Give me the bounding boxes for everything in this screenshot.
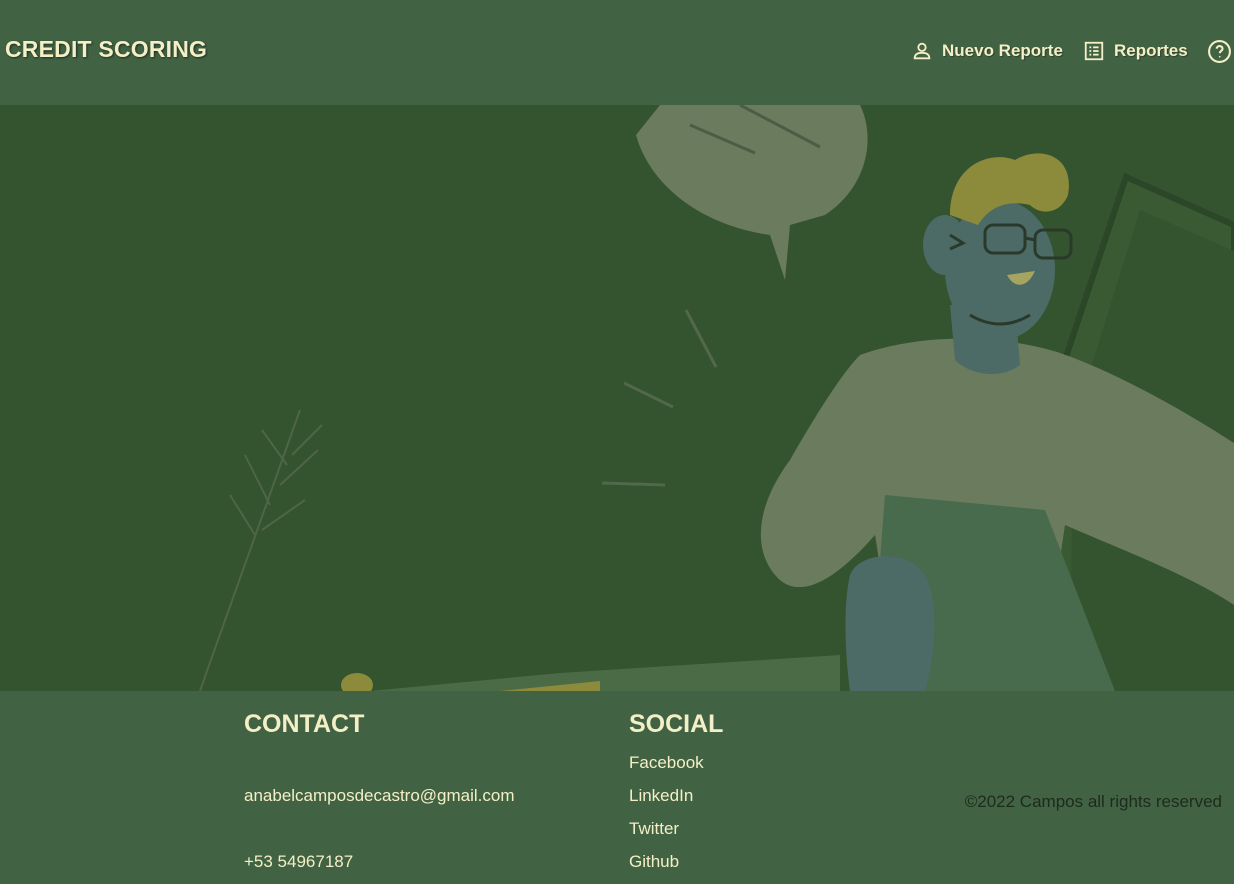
person-icon bbox=[911, 40, 933, 62]
contact-email: anabelcamposdecastro@gmail.com bbox=[244, 786, 515, 805]
help-icon bbox=[1207, 39, 1232, 64]
copyright-text: ©2022 Campos all rights reserved bbox=[964, 792, 1222, 811]
social-link-linkedin[interactable]: LinkedIn bbox=[629, 786, 693, 806]
contact-phone: +53 54967187 bbox=[244, 852, 354, 871]
nav-reports-label: Reportes bbox=[1114, 41, 1188, 60]
nav-new-report[interactable]: Nuevo Reporte bbox=[911, 37, 1063, 65]
nav-reports[interactable]: Reportes bbox=[1083, 37, 1188, 65]
footer: CONTACT anabelcamposdecastro@gmail.com +… bbox=[0, 691, 1234, 884]
brand-title[interactable]: CREDIT SCORING bbox=[5, 36, 207, 63]
social-link-facebook[interactable]: Facebook bbox=[629, 753, 704, 773]
help-button[interactable] bbox=[1207, 37, 1232, 65]
list-icon bbox=[1083, 40, 1105, 62]
social-heading: SOCIAL bbox=[629, 710, 724, 738]
nav-new-report-label: Nuevo Reporte bbox=[942, 41, 1063, 60]
social-link-github[interactable]: Github bbox=[629, 852, 679, 872]
contact-heading: CONTACT bbox=[244, 710, 365, 738]
hero-illustration bbox=[0, 105, 1234, 691]
social-link-twitter[interactable]: Twitter bbox=[629, 819, 679, 839]
top-navbar: CREDIT SCORING Nuevo Reporte Reportes bbox=[0, 0, 1234, 105]
